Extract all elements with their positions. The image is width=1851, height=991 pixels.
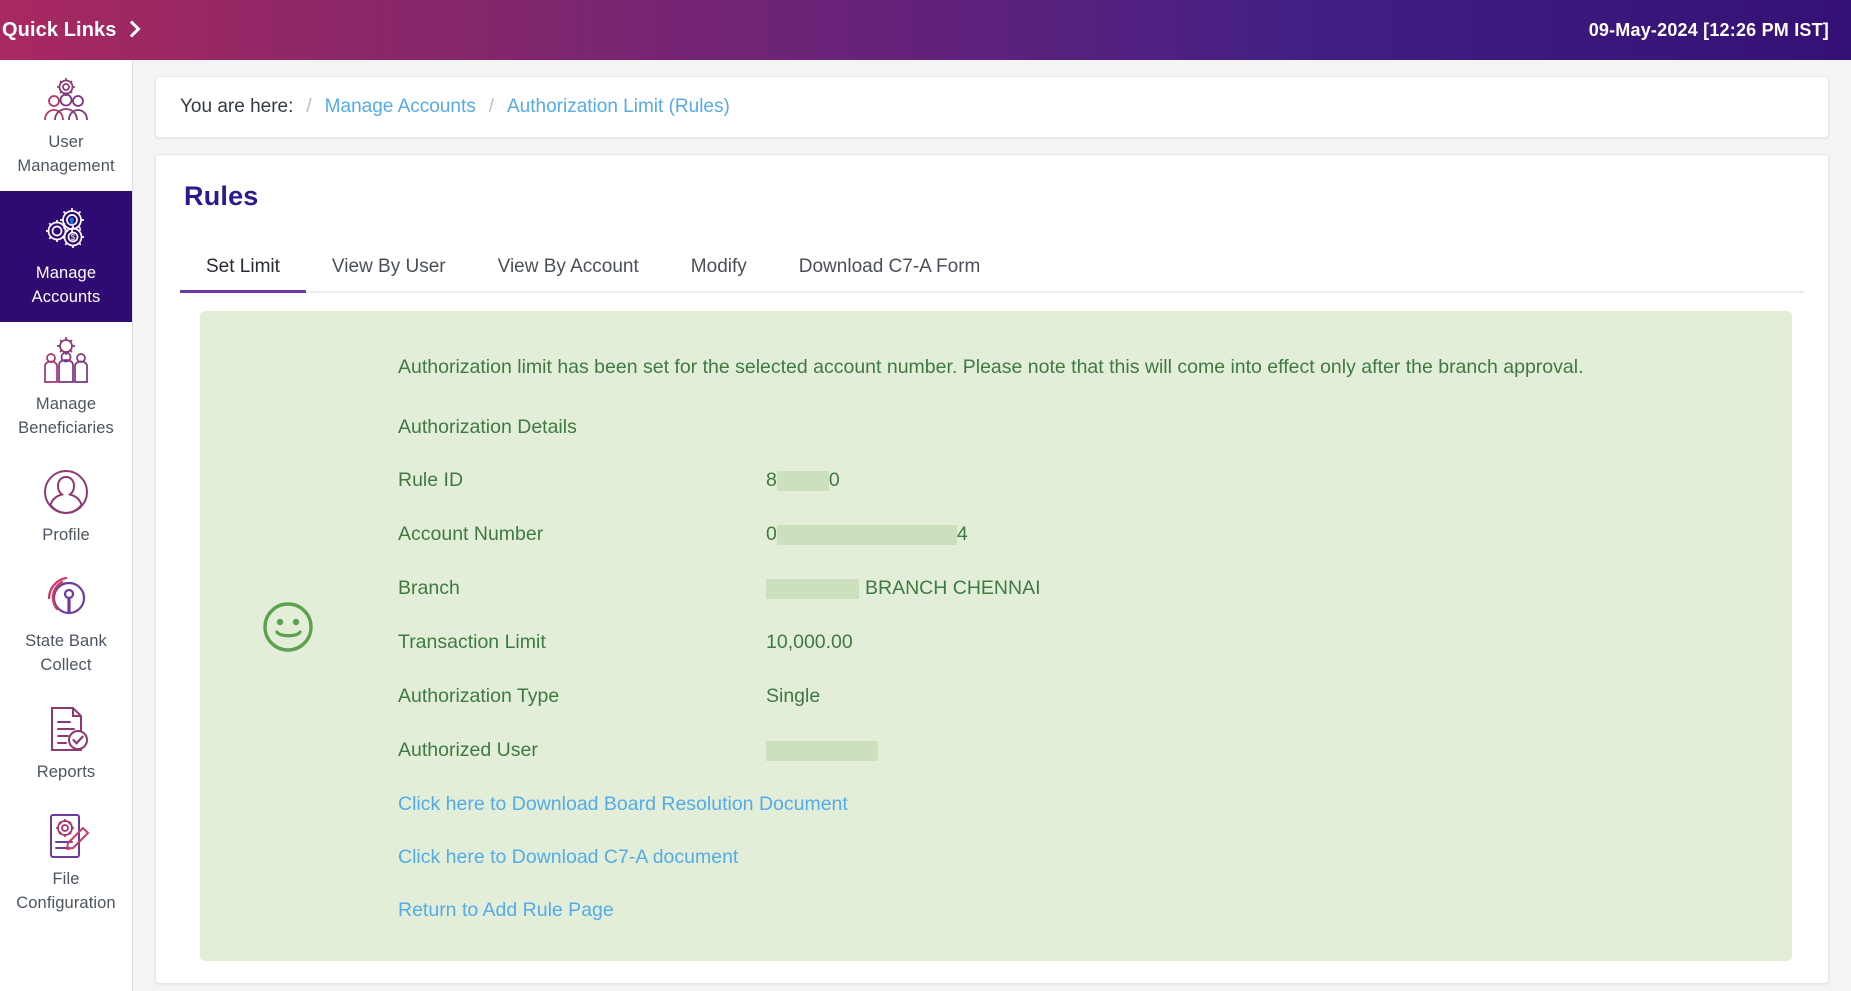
success-message-text: Authorization limit has been set for the…	[398, 356, 1584, 378]
document-check-icon	[51, 707, 88, 752]
sidebar-nav: User Management 👤 $ Manage Accounts Mana…	[0, 60, 133, 991]
quick-links-label: Quick Links	[2, 18, 117, 41]
sidebar-item-label: File Configuration	[16, 870, 116, 913]
detail-label: Transaction Limit	[398, 631, 546, 654]
sidebar-item-label: Manage Beneficiaries	[18, 394, 114, 437]
download-c7a-document-link[interactable]: Click here to Download C7-A document	[398, 846, 738, 869]
value-suffix: 0	[828, 469, 840, 492]
redacted-block	[766, 578, 859, 599]
sidebar-item-user-management[interactable]: User Management	[0, 60, 132, 191]
tab-download-c7a-form[interactable]: Download C7-A Form	[773, 246, 1007, 291]
sidebar-item-reports[interactable]: Reports	[0, 690, 132, 797]
sidebar-item-label: Profile	[42, 525, 90, 544]
state-bank-collect-icon	[47, 577, 86, 615]
sidebar-item-manage-beneficiaries[interactable]: Manage Beneficiaries	[0, 322, 132, 453]
breadcrumb-link-authorization-limit[interactable]: Authorization Limit (Rules)	[507, 96, 730, 118]
gears-accounts-icon: 👤 $	[46, 207, 84, 248]
detail-row: Account Number 0 4	[398, 523, 1752, 546]
sidebar-item-profile[interactable]: Profile	[0, 453, 132, 560]
redacted-block	[766, 740, 878, 761]
value-prefix: 0	[766, 523, 777, 546]
sidebar-item-state-bank-collect[interactable]: State Bank Collect	[0, 559, 132, 690]
quick-links-button[interactable]: Quick Links	[0, 18, 141, 42]
detail-value-transaction-limit: 10,000.00	[766, 631, 853, 654]
application-root: Quick Links 09-May-2024 [12:26 PM IST] U…	[0, 0, 1851, 991]
sidebar-item-label: User Management	[17, 133, 115, 175]
datetime-display: 09-May-2024 [12:26 PM IST]	[1588, 19, 1829, 40]
breadcrumb-link-manage-accounts[interactable]: Manage Accounts	[325, 96, 476, 118]
detail-row: Branch BRANCH CHENNAI	[398, 577, 1752, 600]
success-message-panel: Authorization limit has been set for the…	[200, 311, 1792, 961]
value-prefix: 8	[766, 469, 777, 492]
sidebar-item-label: Manage Accounts	[31, 263, 101, 306]
detail-row: Authorized User	[398, 739, 1752, 762]
detail-row: Authorization Type Single	[398, 685, 1752, 708]
breadcrumb-separator: /	[488, 96, 494, 117]
document-gear-pencil-icon	[50, 814, 89, 859]
main-content: You are here: / Manage Accounts / Author…	[133, 60, 1851, 991]
rules-panel: Rules Set Limit View By User View By Acc…	[155, 154, 1829, 984]
breadcrumb-separator: /	[306, 96, 312, 117]
tab-bar: Set Limit View By User View By Account M…	[180, 246, 1804, 293]
svg-text:👤: 👤	[68, 217, 75, 225]
tab-view-by-account[interactable]: View By Account	[472, 246, 665, 291]
breadcrumb-bar: You are here: / Manage Accounts / Author…	[155, 76, 1829, 138]
sidebar-item-label: State Bank Collect	[25, 632, 107, 675]
value-suffix: BRANCH CHENNAI	[865, 577, 1041, 600]
value-suffix: 4	[956, 523, 968, 546]
detail-label: Authorized User	[398, 739, 538, 762]
detail-value-branch: BRANCH CHENNAI	[766, 577, 1041, 600]
chevron-right-icon	[123, 20, 141, 38]
tab-modify[interactable]: Modify	[665, 246, 773, 291]
svg-text:$: $	[71, 233, 76, 242]
detail-label: Account Number	[398, 523, 544, 546]
profile-avatar-icon	[44, 469, 88, 514]
sidebar-item-label: Reports	[36, 763, 96, 782]
users-gear-icon	[44, 78, 88, 121]
authorization-details-heading: Authorization Details	[398, 416, 577, 439]
sidebar-item-manage-accounts[interactable]: 👤 $ Manage Accounts	[0, 190, 132, 322]
beneficiaries-gear-icon	[44, 336, 88, 383]
detail-value-authorized-user	[766, 740, 878, 761]
redacted-block	[776, 470, 829, 491]
return-to-add-rule-link[interactable]: Return to Add Rule Page	[398, 899, 614, 922]
redacted-block	[776, 524, 957, 545]
top-bar: Quick Links 09-May-2024 [12:26 PM IST]	[0, 0, 1851, 60]
tab-set-limit[interactable]: Set Limit	[180, 246, 306, 293]
detail-value-authorization-type: Single	[766, 685, 821, 708]
detail-label: Authorization Type	[398, 685, 560, 708]
link-row: Return to Add Rule Page	[398, 899, 1752, 922]
download-board-resolution-link[interactable]: Click here to Download Board Resolution …	[398, 793, 848, 816]
link-row: Click here to Download C7-A document	[398, 846, 1752, 869]
detail-value-rule-id: 8 0	[766, 469, 840, 492]
breadcrumb-prefix: You are here:	[180, 96, 294, 117]
breadcrumb: You are here: / Manage Accounts / Author…	[180, 96, 1804, 118]
detail-label: Branch	[398, 577, 460, 600]
detail-row: Rule ID 8 0	[398, 469, 1752, 492]
smiley-face-icon	[262, 601, 314, 658]
detail-label: Rule ID	[398, 469, 464, 492]
detail-row: Transaction Limit 10,000.00	[398, 631, 1752, 654]
sidebar-item-file-configuration[interactable]: File Configuration	[0, 797, 132, 928]
detail-value-account-number: 0 4	[766, 523, 968, 546]
tab-view-by-user[interactable]: View By User	[306, 246, 472, 291]
page-title: Rules	[184, 181, 259, 211]
link-row: Click here to Download Board Resolution …	[398, 793, 1752, 816]
